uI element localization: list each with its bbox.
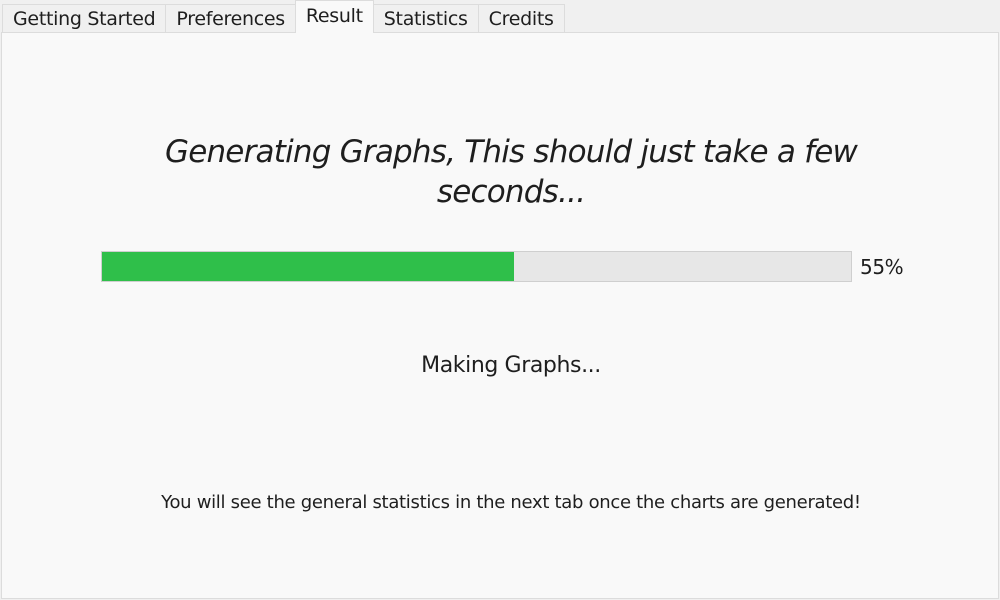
status-text: Making Graphs...: [421, 353, 601, 378]
tab-getting-started[interactable]: Getting Started: [2, 4, 167, 33]
info-note: You will see the general statistics in t…: [161, 492, 861, 513]
progress-bar-fill: [102, 252, 514, 281]
tab-result[interactable]: Result: [294, 0, 374, 33]
progress-percent-label: 55%: [860, 255, 904, 279]
tab-credits[interactable]: Credits: [477, 4, 565, 33]
generating-heading: Generating Graphs, This should just take…: [164, 134, 858, 210]
progress-bar: [101, 251, 852, 282]
tab-bar: Getting Started Preferences Result Stati…: [0, 0, 565, 33]
tab-statistics[interactable]: Statistics: [372, 4, 479, 33]
tab-preferences[interactable]: Preferences: [165, 4, 296, 33]
